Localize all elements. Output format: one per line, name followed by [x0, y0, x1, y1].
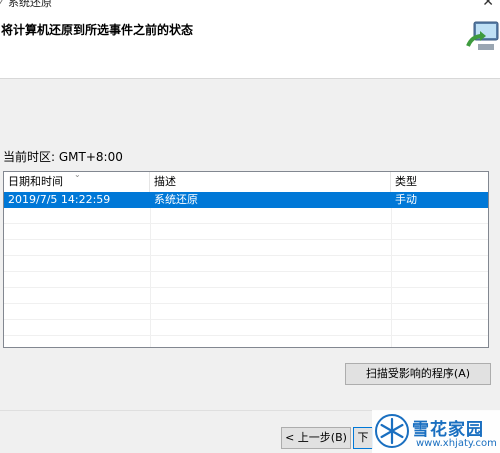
empty-row: [4, 208, 488, 224]
cell-description: 系统还原: [154, 193, 198, 206]
system-restore-logo-icon: [466, 21, 499, 50]
list-header: 日期和时间 ⌄ 描述 类型: [4, 170, 488, 193]
title-bar: ⁄ 系统还原: [0, 0, 52, 9]
empty-row: [4, 240, 488, 256]
column-header-type[interactable]: 类型: [391, 172, 488, 192]
column-header-datetime[interactable]: 日期和时间 ⌄: [4, 170, 150, 192]
back-button[interactable]: < 上一步(B): [281, 427, 351, 449]
timezone-label: 当前时区: GMT+8:00: [3, 150, 123, 164]
empty-row: [4, 288, 488, 304]
restore-point-list[interactable]: 日期和时间 ⌄ 描述 类型 2019/7/5 14:22:59 系统还原 手动: [3, 170, 489, 348]
empty-row: [4, 224, 488, 240]
watermark-url: www.xhjaty.com: [416, 438, 497, 449]
header-panel: ⁄ 系统还原 ✕ 将计算机还原到所选事件之前的状态: [0, 0, 500, 79]
next-button[interactable]: 下: [353, 427, 373, 449]
empty-row: [4, 320, 488, 336]
empty-row: [4, 272, 488, 288]
column-header-description[interactable]: 描述: [150, 172, 391, 192]
column-label: 类型: [395, 175, 417, 188]
watermark-name: 雪花家园: [412, 420, 484, 440]
empty-row: [4, 256, 488, 272]
close-icon[interactable]: ✕: [482, 0, 494, 10]
table-row[interactable]: 2019/7/5 14:22:59 系统还原 手动: [4, 192, 488, 208]
cell-datetime: 2019/7/5 14:22:59: [8, 193, 111, 206]
window-title: 系统还原: [8, 0, 52, 9]
sort-arrow-icon: ⌄: [74, 170, 81, 179]
column-label: 日期和时间: [8, 175, 63, 188]
column-label: 描述: [154, 175, 176, 188]
cell-type: 手动: [395, 193, 417, 206]
system-restore-icon: ⁄: [0, 0, 2, 9]
watermark: 雪花家园 www.xhjaty.com: [372, 410, 500, 453]
scan-affected-programs-button[interactable]: 扫描受影响的程序(A): [345, 363, 491, 385]
snowflake-logo-icon: [375, 414, 409, 448]
page-heading: 将计算机还原到所选事件之前的状态: [1, 23, 194, 37]
empty-row: [4, 304, 488, 320]
